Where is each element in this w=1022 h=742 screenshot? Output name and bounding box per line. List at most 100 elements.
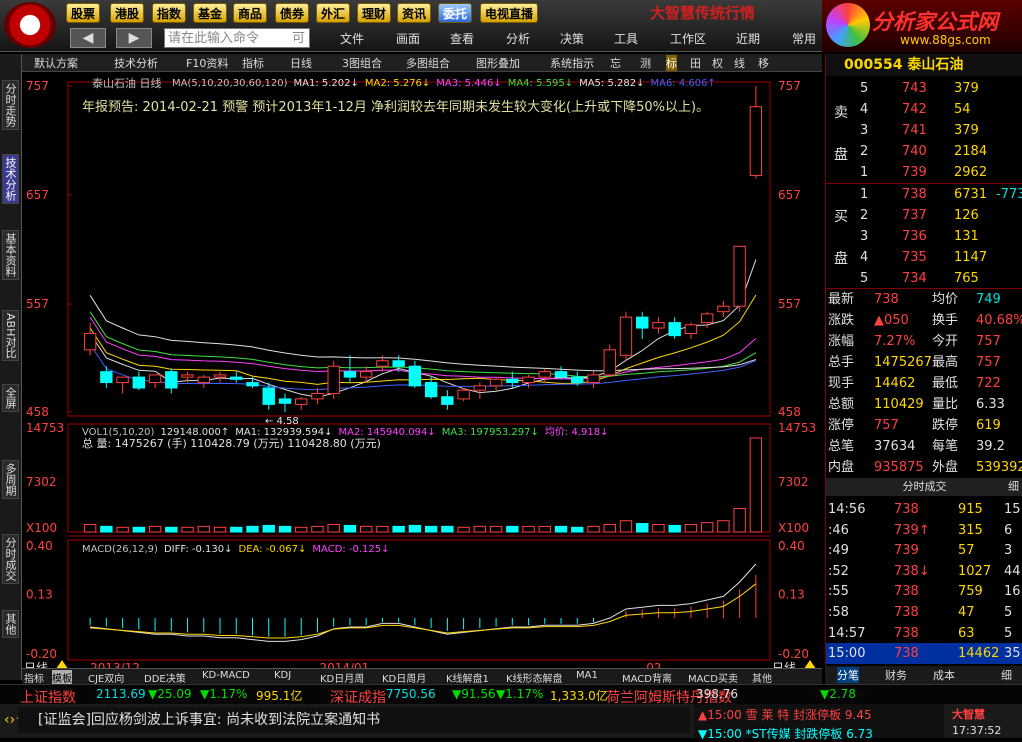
indicator-tab-6[interactable]: KD日月周 [320,670,364,685]
chart-title: 泰山石油 日线 [92,77,162,90]
left-tab-7[interactable]: 其他 [2,610,19,638]
left-tab-1[interactable]: 技术分析 [2,154,19,204]
indicator-tab-3[interactable]: DDE决策 [144,670,186,685]
left-tab-0[interactable]: 分时走势 [2,80,19,130]
indicator-tab-1[interactable]: 模板 [52,670,72,685]
left-tab-4[interactable]: 全屏 [2,384,19,412]
candle-body [116,376,129,384]
toolbar-item-10[interactable]: 测 [640,55,651,71]
market-button-4[interactable]: 商品 [233,3,268,23]
menu-3[interactable]: 分析 [506,30,530,47]
quote-cell: 738 [894,605,919,620]
volume-bar [262,524,275,533]
trade-tab[interactable]: 细 [1008,478,1019,496]
menu-4[interactable]: 决策 [560,30,584,47]
indicator-tab-9[interactable]: K线形态解盘 [506,670,563,685]
toolbar-item-13[interactable]: 权 [712,55,723,71]
toolbar-item-6[interactable]: 多图组合 [406,55,450,71]
left-tab-3[interactable]: ABH对比 [2,310,19,362]
menu-7[interactable]: 近期 [736,30,760,47]
news-ticker[interactable]: [证监会]回应杨剑波上诉事宜: 尚未收到法院立案通知书 [18,707,690,733]
quote-tab-3[interactable]: 细 [1001,667,1012,683]
toolbar-item-0[interactable]: 默认方案 [34,55,78,71]
indicator-tab-12[interactable]: MACD买卖 [688,670,738,685]
toolbar-item-8[interactable]: 系统指示 [550,55,594,71]
alert-down[interactable]: ▼15:00 *ST传媒 封跌停板 6.73 [694,725,944,742]
kline-chart[interactable]: 757 757657 657557 557458 458← 4.5814753 14753… [22,72,825,680]
volume-axis-label: 7302 [26,475,57,489]
left-tab-5[interactable]: 多周期 [2,460,19,499]
menu-2[interactable]: 查看 [450,30,474,47]
menu-8[interactable]: 常用 [792,30,816,47]
indicator-tab-8[interactable]: K线解盘1 [446,670,489,685]
market-button-7[interactable]: 理财 [357,3,392,23]
left-tab-6[interactable]: 分时成交 [2,534,19,584]
indicator-tab-13[interactable]: 其他 [752,670,772,685]
indicator-tab-11[interactable]: MACD背离 [622,670,672,685]
quote-cell: 14:56 [828,502,866,517]
toolbar-item-9[interactable]: 忘 [610,55,621,71]
quote-tab-0[interactable]: 分笔 [837,667,859,683]
toolbar-item-2[interactable]: F10资料 [186,55,228,71]
brand-title: 大智慧传统行情 [650,4,756,22]
toolbar-item-11[interactable]: 标 [666,55,677,71]
market-button-2[interactable]: 指数 [152,3,187,23]
market-button-5[interactable]: 债券 [275,3,310,23]
menu-0[interactable]: 文件 [340,30,364,47]
menu-1[interactable]: 画面 [396,30,420,47]
quote-cell: 6.33 [976,397,1005,412]
indicator-tab-4[interactable]: KD-MACD [202,670,250,681]
stat-row: 最新 738 均价 749 [826,289,1022,310]
stock-code: 000554 [844,57,903,73]
alert-up[interactable]: ▲15:00 雪 莱 特 封涨停板 9.45 [694,704,944,725]
volume-total: 总 量: 1475267 (手) 110428.79 (万元) 110428.8… [82,437,381,450]
market-button-3[interactable]: 基金 [193,3,228,23]
price-axis-label: 557 [778,297,801,311]
candle-body [489,378,503,387]
candle-body [571,376,584,384]
volume-bar [587,525,600,533]
indicator-tab-5[interactable]: KDJ [274,670,291,681]
candle-body [327,365,340,394]
menu-6[interactable]: 工作区 [670,30,706,47]
indicator-tab-10[interactable]: MA1 [576,670,598,681]
command-input[interactable]: 请在此输入命令 可 [164,28,310,48]
candle-body [749,106,763,176]
toolbar-item-4[interactable]: 日线 [290,55,312,71]
indicator-tab-0[interactable]: 指标 [24,670,44,685]
market-button-8[interactable]: 资讯 [397,3,432,23]
quote-tab-1[interactable]: 财务 [885,667,907,683]
market-button-0[interactable]: 股票 [66,3,101,23]
market-button-10[interactable]: 电视直播 [480,3,539,23]
quote-cell: 738 [894,646,919,662]
quote-cell: 最高 [932,355,959,370]
menu-5[interactable]: 工具 [614,30,638,47]
volume-axis-label: 7302 [778,475,809,489]
forward-button[interactable]: ▶ [116,28,152,48]
volume-bar [295,526,308,533]
candle-body [181,374,194,378]
candle-body [603,349,616,376]
price-axis-label: 757 [778,79,801,93]
back-button[interactable]: ◀ [70,28,106,48]
market-button-6[interactable]: 外汇 [316,3,351,23]
candle-body [538,371,551,378]
toolbar-item-12[interactable]: 田 [690,55,701,71]
toolbar-item-3[interactable]: 指标 [242,55,264,71]
candle-body [587,374,600,384]
toolbar-item-5[interactable]: 3图组合 [342,55,382,71]
left-tab-2[interactable]: 基本资料 [2,230,19,280]
market-button-1[interactable]: 港股 [110,3,145,23]
ad-url: www.88gs.com [900,33,991,47]
indicator-tab-7[interactable]: KD日周月 [382,670,426,685]
legend-item: MA3: 5.446↓ [436,78,502,89]
toolbar-item-15[interactable]: 移 [758,55,769,71]
indicator-tab-2[interactable]: CJE双向 [88,670,124,685]
market-button-9[interactable]: 委托 [438,3,473,23]
quote-cell: 757 [976,355,1001,370]
quote-tab-2[interactable]: 成本 [933,667,955,683]
toolbar-item-14[interactable]: 线 [734,55,745,71]
toolbar-item-7[interactable]: 图形叠加 [476,55,520,71]
quote-cell: 379 [954,123,979,138]
toolbar-item-1[interactable]: 技术分析 [114,55,158,71]
